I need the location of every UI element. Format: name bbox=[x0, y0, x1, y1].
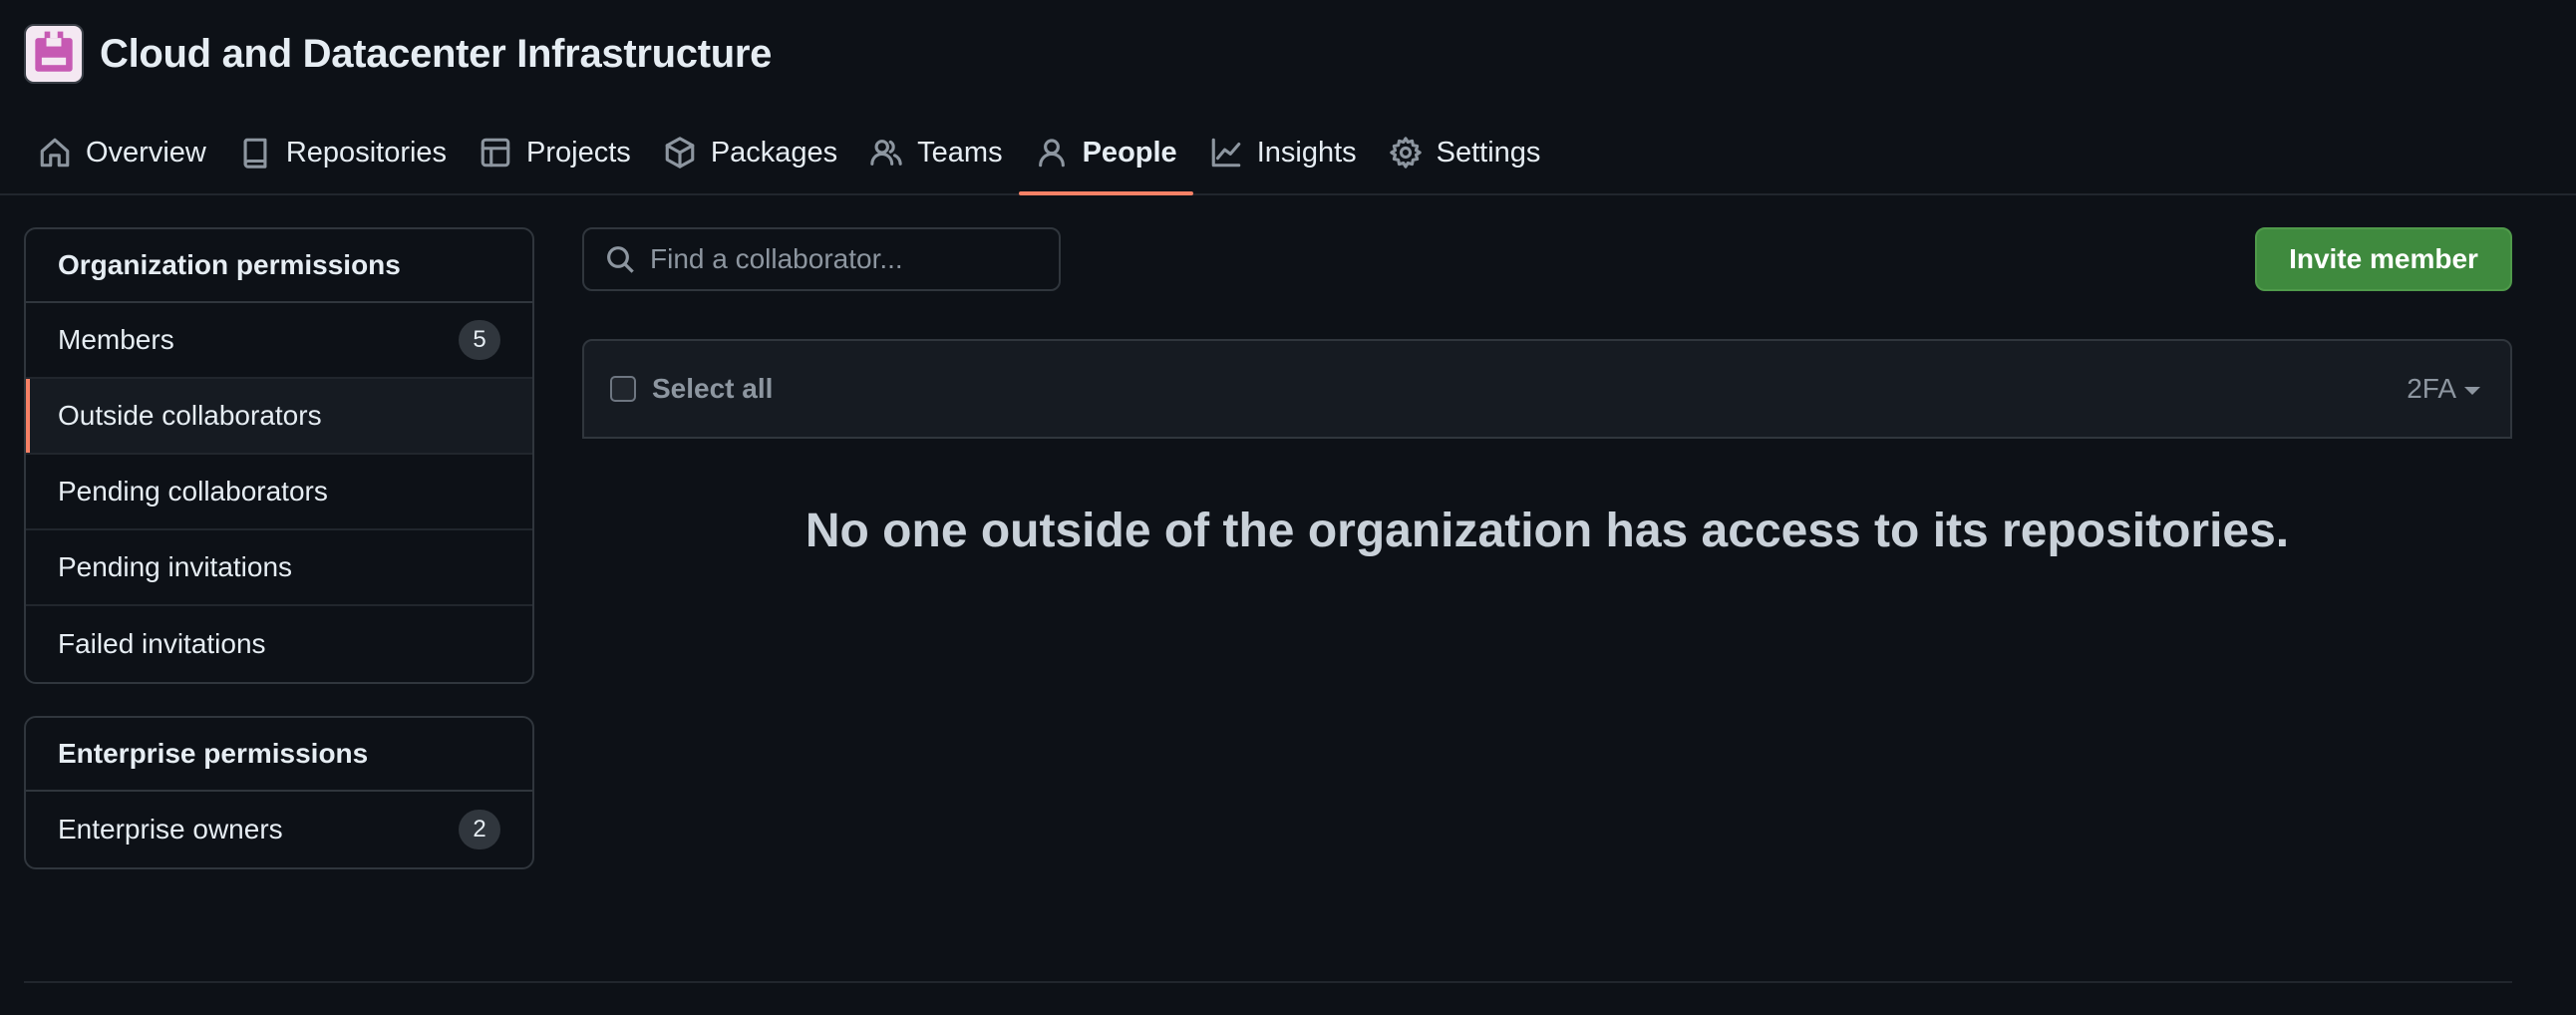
collaborators-table-header: Select all 2FA bbox=[582, 339, 2512, 439]
tab-label: Packages bbox=[710, 136, 838, 169]
sidebar-item-members[interactable]: Members 5 bbox=[26, 303, 532, 379]
footer-divider bbox=[24, 981, 2512, 983]
sidebar-item-label: Outside collaborators bbox=[58, 400, 322, 431]
tab-label: Overview bbox=[86, 136, 206, 169]
tab-teams[interactable]: Teams bbox=[853, 112, 1018, 193]
sidebar-item-failed-invitations[interactable]: Failed invitations bbox=[26, 606, 532, 682]
2fa-filter-dropdown[interactable]: 2FA bbox=[2407, 373, 2480, 405]
sidebar-item-label: Pending collaborators bbox=[58, 476, 328, 507]
members-count-badge: 5 bbox=[459, 320, 500, 360]
tab-insights[interactable]: Insights bbox=[1193, 112, 1373, 193]
2fa-filter-label: 2FA bbox=[2407, 373, 2456, 404]
org-permissions-heading: Organization permissions bbox=[26, 229, 532, 303]
enterprise-permissions-heading: Enterprise permissions bbox=[26, 718, 532, 792]
tab-overview[interactable]: Overview bbox=[22, 112, 222, 193]
tab-label: Projects bbox=[526, 136, 631, 169]
sidebar-item-pending-invitations[interactable]: Pending invitations bbox=[26, 530, 532, 606]
org-avatar[interactable] bbox=[24, 24, 84, 84]
enterprise-owners-count-badge: 2 bbox=[459, 810, 500, 849]
org-title[interactable]: Cloud and Datacenter Infrastructure bbox=[100, 32, 772, 77]
tab-repositories[interactable]: Repositories bbox=[222, 112, 463, 193]
tab-label: Settings bbox=[1436, 136, 1541, 169]
org-nav: Overview Repositories Projects Packages … bbox=[0, 112, 2576, 195]
tab-label: Repositories bbox=[285, 136, 448, 169]
graph-icon bbox=[1211, 138, 1240, 168]
select-all-label[interactable]: Select all bbox=[652, 373, 773, 405]
org-header: Cloud and Datacenter Infrastructure bbox=[24, 23, 772, 85]
org-logo-icon bbox=[35, 31, 73, 72]
org-permissions-menu: Organization permissions Members 5 Outsi… bbox=[24, 227, 534, 684]
tab-label: People bbox=[1082, 136, 1177, 169]
enterprise-permissions-menu: Enterprise permissions Enterprise owners… bbox=[24, 716, 534, 869]
tab-label: Teams bbox=[917, 136, 1003, 169]
people-icon bbox=[870, 140, 902, 166]
collaborator-search bbox=[582, 227, 1061, 291]
sidebar-item-label: Enterprise owners bbox=[58, 814, 283, 845]
empty-state-message: No one outside of the organization has a… bbox=[805, 505, 2290, 557]
table-icon bbox=[481, 138, 510, 168]
search-icon bbox=[607, 246, 634, 273]
home-icon bbox=[40, 138, 70, 168]
sidebar-item-label: Pending invitations bbox=[58, 551, 293, 582]
sidebar-item-label: Members bbox=[58, 324, 174, 355]
search-input[interactable] bbox=[650, 243, 1029, 275]
gear-icon bbox=[1389, 137, 1422, 169]
repo-icon bbox=[243, 138, 267, 169]
sidebar-item-pending-collaborators[interactable]: Pending collaborators bbox=[26, 455, 532, 530]
package-icon bbox=[665, 137, 695, 169]
select-all-control: Select all bbox=[610, 373, 773, 405]
sidebar-item-outside-collaborators[interactable]: Outside collaborators bbox=[26, 379, 532, 455]
tab-people[interactable]: People bbox=[1018, 112, 1193, 195]
invite-member-button[interactable]: Invite member bbox=[2255, 227, 2512, 291]
select-all-checkbox[interactable] bbox=[610, 376, 636, 402]
tab-settings[interactable]: Settings bbox=[1373, 112, 1557, 193]
sidebar-item-enterprise-owners[interactable]: Enterprise owners 2 bbox=[26, 792, 532, 867]
caret-down-icon bbox=[2464, 387, 2480, 395]
tab-label: Insights bbox=[1256, 136, 1357, 169]
person-icon bbox=[1038, 139, 1065, 168]
tab-projects[interactable]: Projects bbox=[463, 112, 647, 193]
sidebar-item-label: Failed invitations bbox=[58, 628, 266, 659]
tab-packages[interactable]: Packages bbox=[647, 112, 853, 193]
